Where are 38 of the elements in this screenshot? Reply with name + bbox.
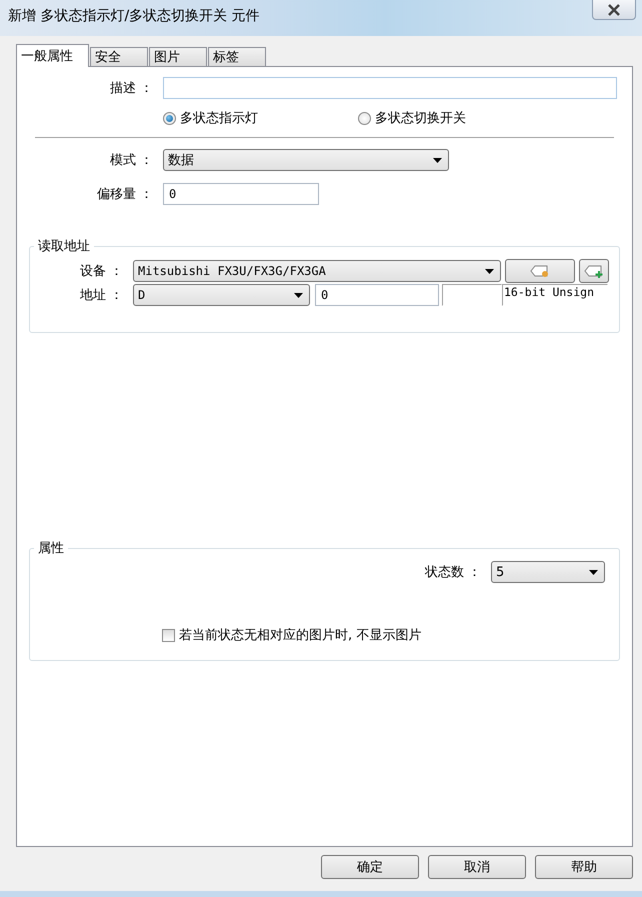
checkbox[interactable]: 若当前状态无相对应的图片时, 不显示图片 [162,626,422,644]
device-dropdown[interactable]: Mitsubishi FX3U/FX3G/FX3GA [133,260,501,282]
state-count-dropdown[interactable]: 5 [491,561,605,583]
add-tag-button[interactable] [579,259,609,283]
dialog-button[interactable]: 帮助 [535,855,633,879]
group-title: 读取地址 [34,237,94,255]
tag-button[interactable] [505,259,575,283]
caret-icon [589,570,598,574]
offset-field[interactable]: 0 [163,183,319,205]
caret-icon [485,268,494,274]
tab[interactable]: 一般属性 [16,44,89,67]
address-type-dropdown[interactable]: D [133,284,310,306]
radio-button[interactable]: 多状态指示灯 [163,109,358,127]
add-tag-icon [584,264,604,278]
tab[interactable]: 标签 [208,47,266,66]
dialog-button[interactable]: 取消 [428,855,526,879]
caret-icon [294,292,303,298]
input-field[interactable] [442,284,502,306]
field-label: 地址 ： [78,287,124,304]
close-button[interactable] [592,0,636,20]
radio-button[interactable]: 多状态切换开关 [358,109,466,127]
close-icon [607,4,621,16]
description-field[interactable] [163,77,617,99]
field-label: 状态数 ： [424,564,481,581]
tag-icon [530,265,550,277]
window-title: 新增 多状态指示灯/多状态切换开关 元件 [7,7,260,25]
field-label: 偏移量 ： [96,186,154,203]
caret-icon [433,158,442,162]
field-label: 描述 ： [108,80,154,97]
address-field[interactable]: 0 [315,284,439,306]
group-title: 属性 [34,539,68,557]
field-label: 设备 ： [78,263,124,280]
field-label: 模式 ： [108,152,154,169]
dialog-button[interactable]: 确定 [321,855,419,879]
data-type-field: 16-bit Unsign [502,284,608,306]
mode-dropdown[interactable]: 数据 [163,149,449,171]
tab[interactable]: 图片 [149,47,207,66]
tab[interactable]: 安全 [90,47,148,66]
